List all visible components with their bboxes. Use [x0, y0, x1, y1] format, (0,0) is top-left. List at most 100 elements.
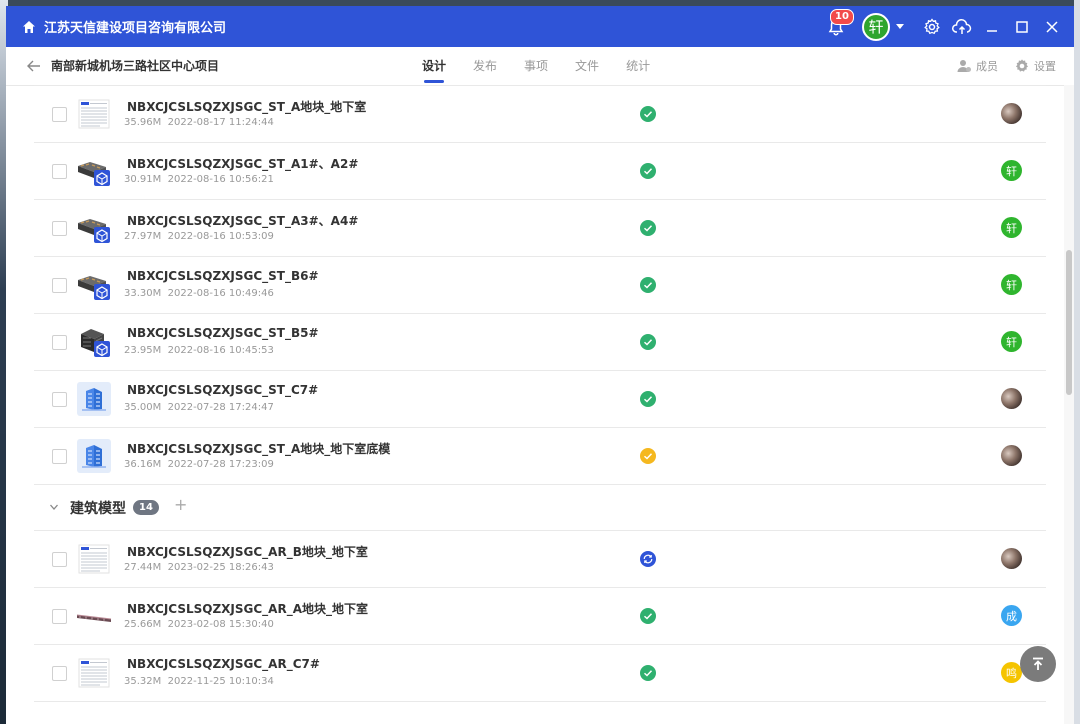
row-checkbox[interactable]: [52, 335, 67, 350]
close-button[interactable]: [1038, 13, 1066, 41]
file-status: [639, 333, 657, 351]
maximize-icon: [1016, 20, 1028, 33]
file-time: 2022-07-28 17:23:09: [167, 459, 274, 470]
chevron-down-icon[interactable]: [49, 502, 59, 512]
file-name[interactable]: NBXCJCSLSQZXJSGC_AR_C7#: [127, 657, 320, 671]
file-name[interactable]: NBXCJCSLSQZXJSGC_ST_A地块_地下室: [127, 98, 366, 115]
owner-avatar[interactable]: 鸣: [1001, 662, 1022, 683]
file-size: 33.30M: [124, 288, 162, 299]
settings-button[interactable]: [918, 13, 946, 41]
file-thumbnail: [76, 655, 112, 691]
tab-2[interactable]: 事项: [524, 47, 548, 85]
file-meta: 35.96M 2022-08-17 11:24:44: [124, 117, 274, 128]
file-time: 2022-08-17 11:24:44: [167, 117, 274, 128]
file-name[interactable]: NBXCJCSLSQZXJSGC_ST_A3#、A4#: [127, 212, 358, 229]
group-header-architecture-models: 建筑模型 14 +: [34, 485, 1046, 531]
status-done-icon: [640, 106, 656, 122]
file-name[interactable]: NBXCJCSLSQZXJSGC_ST_B5#: [127, 326, 319, 340]
file-time: 2023-02-08 15:30:40: [167, 619, 274, 630]
file-row[interactable]: NBXCJCSLSQZXJSGC_AR_A地块_地下室 25.66M 2023-0…: [34, 588, 1046, 645]
members-button[interactable]: 成员: [956, 58, 998, 74]
file-time: 2022-08-16 10:53:09: [167, 231, 274, 242]
row-checkbox[interactable]: [52, 164, 67, 179]
file-row[interactable]: NBXCJCSLSQZXJSGC_ST_C7# 35.00M 2022-07-28…: [34, 371, 1046, 428]
file-row[interactable]: NBXCJCSLSQZXJSGC_ST_A地块_地下室底模 36.16M 2022…: [34, 428, 1046, 485]
file-status: [639, 390, 657, 408]
file-name[interactable]: NBXCJCSLSQZXJSGC_ST_A地块_地下室底模: [127, 440, 390, 457]
file-name[interactable]: NBXCJCSLSQZXJSGC_ST_A1#、A2#: [127, 155, 358, 172]
project-settings-button[interactable]: 设置: [1014, 58, 1056, 74]
user-menu-caret-icon[interactable]: [896, 24, 904, 29]
file-size: 35.32M: [124, 676, 162, 687]
file-thumbnail: [76, 381, 112, 417]
file-size: 30.91M: [124, 174, 162, 185]
owner-avatar[interactable]: 轩: [1001, 160, 1022, 181]
file-status: [639, 105, 657, 123]
file-status: [639, 276, 657, 294]
vertical-scrollbar[interactable]: [1064, 85, 1074, 724]
status-done-icon: [640, 665, 656, 681]
scrollbar-thumb[interactable]: [1066, 250, 1072, 395]
file-row[interactable]: NBXCJCSLSQZXJSGC_ST_B6# 33.30M 2022-08-16…: [34, 257, 1046, 314]
tab-3[interactable]: 文件: [575, 47, 599, 85]
file-meta: 30.91M 2022-08-16 10:56:21: [124, 174, 274, 185]
members-label: 成员: [976, 60, 998, 73]
beam-model-thumbnail-icon: [76, 614, 112, 622]
tab-4[interactable]: 统计: [626, 47, 650, 85]
back-to-top-button[interactable]: [1020, 646, 1056, 682]
file-name[interactable]: NBXCJCSLSQZXJSGC_ST_B6#: [127, 269, 319, 283]
status-processing-icon: [640, 551, 656, 567]
maximize-button[interactable]: [1008, 13, 1036, 41]
file-meta: 23.95M 2022-08-16 10:45:53: [124, 345, 274, 356]
row-checkbox[interactable]: [52, 552, 67, 567]
file-meta: 35.32M 2022-11-25 10:10:34: [124, 676, 274, 687]
gear-icon: [924, 17, 940, 34]
upload-button[interactable]: [948, 13, 976, 41]
add-icon[interactable]: +: [174, 495, 187, 514]
owner-avatar[interactable]: 轩: [1001, 217, 1022, 238]
members-icon: [957, 60, 971, 72]
file-time: 2022-07-28 17:24:47: [167, 402, 274, 413]
owner-avatar[interactable]: [1001, 445, 1022, 466]
user-avatar[interactable]: 轩: [862, 12, 890, 41]
building-thumbnail-icon: [77, 382, 111, 416]
file-row[interactable]: NBXCJCSLSQZXJSGC_AR_B地块_地下室 27.44M 2023-0…: [34, 531, 1046, 588]
minimize-button[interactable]: [978, 13, 1006, 41]
file-name[interactable]: NBXCJCSLSQZXJSGC_ST_C7#: [127, 383, 318, 397]
file-time: 2022-08-16 10:56:21: [167, 174, 274, 185]
owner-avatar[interactable]: 轩: [1001, 274, 1022, 295]
owner-avatar[interactable]: 轩: [1001, 331, 1022, 352]
row-checkbox[interactable]: [52, 609, 67, 624]
building-model-thumbnail-icon: [78, 162, 110, 186]
status-done-icon: [640, 334, 656, 350]
file-row[interactable]: NBXCJCSLSQZXJSGC_ST_B5# 23.95M 2022-08-16…: [34, 314, 1046, 371]
status-done-icon: [640, 163, 656, 179]
file-row[interactable]: NBXCJCSLSQZXJSGC_AR_C7# 35.32M 2022-11-25…: [34, 645, 1046, 702]
row-checkbox[interactable]: [52, 221, 67, 236]
file-status: [639, 607, 657, 625]
home-icon: [23, 20, 35, 33]
file-name[interactable]: NBXCJCSLSQZXJSGC_AR_A地块_地下室: [127, 600, 368, 617]
owner-avatar[interactable]: [1001, 548, 1022, 569]
desktop-background-right: [1074, 0, 1080, 724]
back-arrow-icon[interactable]: [24, 56, 44, 76]
owner-avatar[interactable]: [1001, 388, 1022, 409]
owner-avatar[interactable]: [1001, 103, 1022, 124]
app-title-area[interactable]: 江苏天信建设项目咨询有限公司: [22, 6, 226, 47]
row-checkbox[interactable]: [52, 666, 67, 681]
tab-1[interactable]: 发布: [473, 47, 497, 85]
file-row[interactable]: NBXCJCSLSQZXJSGC_ST_A3#、A4# 27.97M 2022-0…: [34, 200, 1046, 257]
file-row[interactable]: NBXCJCSLSQZXJSGC_ST_A地块_地下室 35.96M 2022-0…: [34, 85, 1046, 143]
file-status: [639, 219, 657, 237]
file-size: 35.96M: [124, 117, 162, 128]
file-row[interactable]: NBXCJCSLSQZXJSGC_ST_A1#、A2# 30.91M 2022-0…: [34, 143, 1046, 200]
owner-avatar[interactable]: 成: [1001, 605, 1022, 626]
row-checkbox[interactable]: [52, 107, 67, 122]
file-name[interactable]: NBXCJCSLSQZXJSGC_AR_B地块_地下室: [127, 543, 368, 560]
row-checkbox[interactable]: [52, 449, 67, 464]
gear-icon: [1015, 59, 1029, 72]
tab-0[interactable]: 设计: [422, 47, 446, 85]
row-checkbox[interactable]: [52, 278, 67, 293]
notifications-button[interactable]: 10: [824, 8, 854, 39]
row-checkbox[interactable]: [52, 392, 67, 407]
